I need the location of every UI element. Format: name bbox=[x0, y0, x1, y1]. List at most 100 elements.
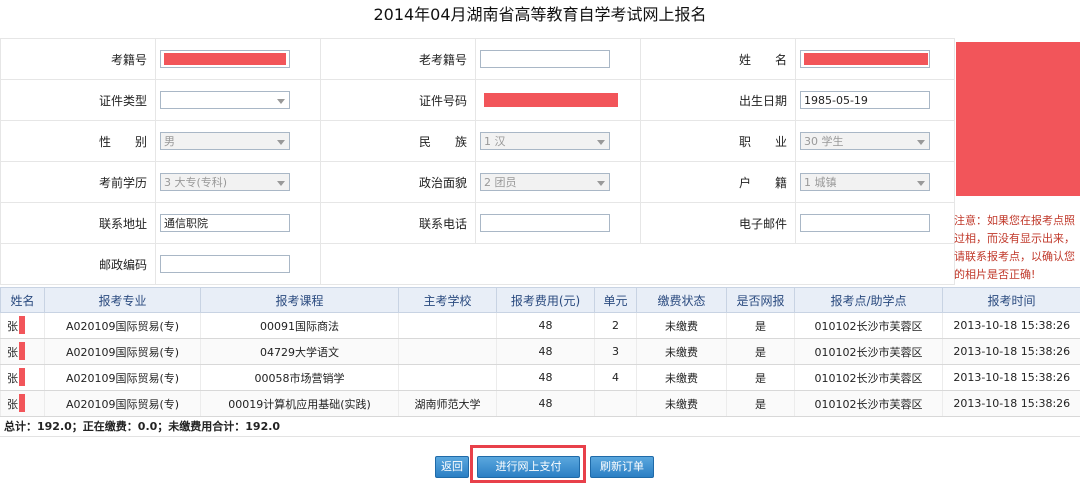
phone-input[interactable] bbox=[480, 214, 610, 232]
cell-online: 是 bbox=[726, 364, 795, 391]
col-header[interactable]: 是否网报 bbox=[726, 287, 795, 313]
chevron-down-icon bbox=[917, 181, 925, 186]
table-row[interactable]: 张 A020109国际贸易(专) 04729大学语文 48 3 未缴费 是 01… bbox=[0, 338, 1080, 365]
birth-label: 出生日期 bbox=[640, 79, 796, 121]
table-row[interactable]: 张 A020109国际贸易(专) 00091国际商法 48 2 未缴费 是 01… bbox=[0, 312, 1080, 339]
col-header[interactable]: 主考学校 bbox=[398, 287, 497, 313]
col-header[interactable]: 单元 bbox=[594, 287, 637, 313]
col-header[interactable]: 报考费用(元) bbox=[496, 287, 595, 313]
occupation-label: 职 业 bbox=[640, 120, 796, 162]
cell-major: A020109国际贸易(专) bbox=[44, 338, 201, 365]
phone-label: 联系电话 bbox=[320, 202, 476, 244]
page-title: 2014年04月湖南省高等教育自学考试网上报名 bbox=[0, 0, 1080, 32]
hukou-label: 户 籍 bbox=[640, 161, 796, 203]
action-bar: 返回 进行网上支付 刷新订单 bbox=[0, 456, 1080, 478]
cell-school bbox=[398, 312, 497, 339]
cell-name: 张 bbox=[0, 338, 45, 365]
cell-school bbox=[398, 338, 497, 365]
col-header[interactable]: 报考专业 bbox=[44, 287, 201, 313]
gender-label: 性 别 bbox=[0, 120, 156, 162]
cell-major: A020109国际贸易(专) bbox=[44, 364, 201, 391]
chevron-down-icon bbox=[277, 140, 285, 145]
cell-major: A020109国际贸易(专) bbox=[44, 390, 201, 417]
online-pay-button[interactable]: 进行网上支付 bbox=[477, 456, 580, 478]
cell-unit: 3 bbox=[594, 338, 637, 365]
postcode-input[interactable] bbox=[160, 255, 290, 273]
redaction bbox=[19, 342, 25, 360]
cell-online: 是 bbox=[726, 390, 795, 417]
col-header[interactable]: 缴费状态 bbox=[636, 287, 727, 313]
old-exam-no-label: 老考籍号 bbox=[320, 38, 476, 80]
cell-course: 04729大学语文 bbox=[200, 338, 399, 365]
politics-label: 政治面貌 bbox=[320, 161, 476, 203]
cell-site: 010102长沙市芙蓉区 bbox=[794, 338, 943, 365]
exam-no-label: 考籍号 bbox=[0, 38, 156, 80]
id-type-select[interactable] bbox=[160, 91, 290, 109]
grid-header-row: 姓名 报考专业 报考课程 主考学校 报考费用(元) 单元 缴费状态 是否网报 报… bbox=[0, 287, 1080, 313]
cell-site: 010102长沙市芙蓉区 bbox=[794, 312, 943, 339]
old-exam-no-input[interactable] bbox=[480, 50, 610, 68]
cell-fee: 48 bbox=[496, 390, 595, 417]
chevron-down-icon bbox=[917, 140, 925, 145]
cell-school bbox=[398, 364, 497, 391]
cell-name: 张 bbox=[0, 364, 45, 391]
fee-summary: 总计：192.0；正在缴费：0.0；未缴费用合计：192.0 bbox=[4, 420, 281, 433]
registration-grid: 姓名 报考专业 报考课程 主考学校 报考费用(元) 单元 缴费状态 是否网报 报… bbox=[0, 287, 1080, 417]
ethnicity-value: 1 汉 bbox=[484, 135, 506, 148]
cell-status: 未缴费 bbox=[636, 364, 727, 391]
cell-time: 2013-10-18 15:38:26 bbox=[942, 312, 1080, 339]
redaction bbox=[19, 316, 25, 334]
postcode-label: 邮政编码 bbox=[0, 243, 156, 285]
table-row[interactable]: 张 A020109国际贸易(专) 00019计算机应用基础(实践) 湖南师范大学… bbox=[0, 390, 1080, 417]
cell-time: 2013-10-18 15:38:26 bbox=[942, 338, 1080, 365]
cell-fee: 48 bbox=[496, 364, 595, 391]
col-header[interactable]: 姓名 bbox=[0, 287, 45, 313]
id-no-input[interactable] bbox=[480, 91, 618, 109]
name-input[interactable] bbox=[800, 50, 930, 68]
applicant-photo bbox=[956, 42, 1080, 196]
hukou-value: 1 城镇 bbox=[804, 176, 837, 189]
hukou-select[interactable]: 1 城镇 bbox=[800, 173, 930, 191]
email-label: 电子邮件 bbox=[640, 202, 796, 244]
col-header[interactable]: 报考课程 bbox=[200, 287, 399, 313]
chevron-down-icon bbox=[597, 181, 605, 186]
redaction bbox=[19, 394, 25, 412]
divider bbox=[0, 436, 1080, 437]
ethnicity-label: 民 族 bbox=[320, 120, 476, 162]
exam-no-input[interactable] bbox=[160, 50, 290, 68]
address-input[interactable]: 通信职院 bbox=[160, 214, 290, 232]
email-input[interactable] bbox=[800, 214, 930, 232]
cell-site: 010102长沙市芙蓉区 bbox=[794, 364, 943, 391]
col-header[interactable]: 报考点/助学点 bbox=[794, 287, 943, 313]
redaction bbox=[804, 53, 928, 65]
politics-select[interactable]: 2 团员 bbox=[480, 173, 610, 191]
id-no-label: 证件号码 bbox=[320, 79, 476, 121]
cell-course: 00091国际商法 bbox=[200, 312, 399, 339]
education-value: 3 大专(专科) bbox=[164, 176, 228, 189]
ethnicity-select[interactable]: 1 汉 bbox=[480, 132, 610, 150]
cell-unit: 4 bbox=[594, 364, 637, 391]
cell-status: 未缴费 bbox=[636, 338, 727, 365]
photo-notice: 注意：如果您在报考点照过相，而没有显示出来，请联系报考点，以确认您的相片是否正确… bbox=[954, 214, 1075, 281]
education-label: 考前学历 bbox=[0, 161, 156, 203]
cell-name: 张 bbox=[0, 312, 45, 339]
cell-online: 是 bbox=[726, 312, 795, 339]
back-button[interactable]: 返回 bbox=[435, 456, 469, 478]
refresh-order-button[interactable]: 刷新订单 bbox=[590, 456, 654, 478]
birth-input[interactable]: 1985-05-19 bbox=[800, 91, 930, 109]
occupation-select[interactable]: 30 学生 bbox=[800, 132, 930, 150]
cell-fee: 48 bbox=[496, 338, 595, 365]
chevron-down-icon bbox=[277, 99, 285, 104]
registration-form: 考籍号 老考籍号 姓 名 证件类型 证件号码 出生日期 1985-05-19 性… bbox=[0, 38, 955, 285]
id-type-label: 证件类型 bbox=[0, 79, 156, 121]
politics-value: 2 团员 bbox=[484, 176, 517, 189]
education-select[interactable]: 3 大专(专科) bbox=[160, 173, 290, 191]
cell-fee: 48 bbox=[496, 312, 595, 339]
cell-course: 00058市场营销学 bbox=[200, 364, 399, 391]
cell-school: 湖南师范大学 bbox=[398, 390, 497, 417]
table-row[interactable]: 张 A020109国际贸易(专) 00058市场营销学 48 4 未缴费 是 0… bbox=[0, 364, 1080, 391]
col-header[interactable]: 报考时间 bbox=[942, 287, 1080, 313]
gender-select[interactable]: 男 bbox=[160, 132, 290, 150]
cell-course: 00019计算机应用基础(实践) bbox=[200, 390, 399, 417]
redaction bbox=[164, 53, 286, 65]
